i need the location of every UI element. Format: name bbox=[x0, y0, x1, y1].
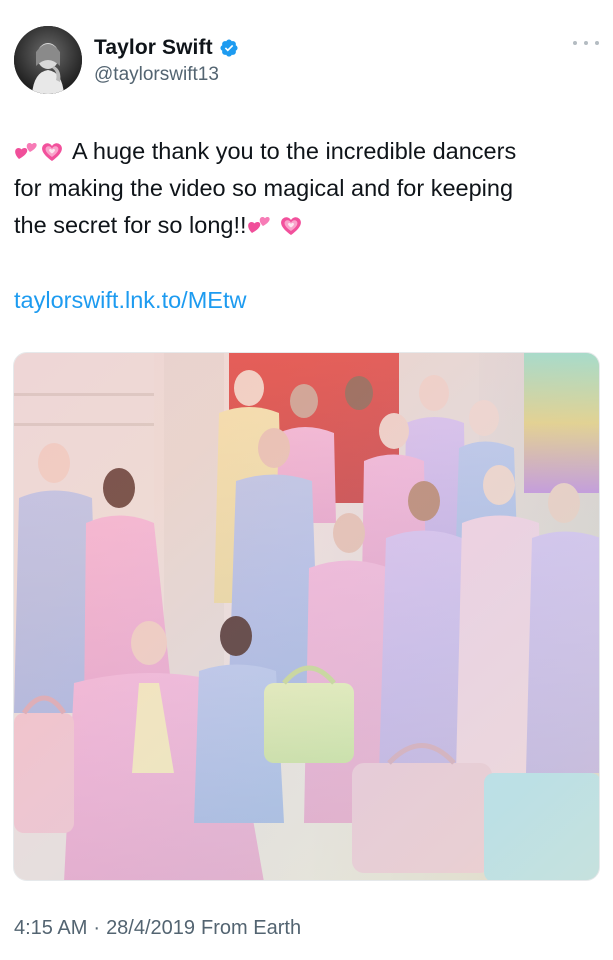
author-handle[interactable]: @taylorswift13 bbox=[94, 64, 239, 86]
tweet-media-photo[interactable] bbox=[13, 352, 600, 881]
verified-badge-icon bbox=[219, 38, 239, 58]
tweet-text: A huge thank you to the incredible dance… bbox=[14, 133, 599, 244]
tweet-line-1: A huge thank you to the incredible dance… bbox=[14, 133, 599, 170]
two-hearts-emoji-icon bbox=[14, 140, 38, 162]
group-photo-image bbox=[14, 353, 599, 880]
sparkling-heart-emoji-icon bbox=[40, 140, 64, 162]
display-name-row: Taylor Swift bbox=[94, 36, 239, 60]
tweet-header: Taylor Swift @taylorswift13 bbox=[14, 26, 599, 98]
avatar[interactable] bbox=[14, 26, 82, 94]
tweet-meta: 4:15 AM · 28/4/2019 From Earth bbox=[14, 917, 301, 940]
tweet-line-2: for making the video so magical and for … bbox=[14, 175, 514, 201]
tweet-line-1-text: A huge thank you to the incredible dance… bbox=[72, 138, 517, 164]
tweet-line-3-text: the secret for so long!! bbox=[14, 212, 247, 238]
tweet-line-3: the secret for so long!! bbox=[14, 207, 599, 244]
sparkling-heart-emoji-icon bbox=[279, 214, 303, 236]
tweet-source: From Earth bbox=[201, 917, 302, 939]
tweet-time[interactable]: 4:15 AM bbox=[14, 917, 87, 940]
two-hearts-emoji-icon bbox=[247, 214, 271, 236]
more-options-icon[interactable] bbox=[573, 38, 599, 48]
meta-separator: · bbox=[93, 917, 101, 939]
tweet-link[interactable]: taylorswift.lnk.to/MEtw bbox=[14, 287, 246, 314]
display-name[interactable]: Taylor Swift bbox=[94, 36, 213, 60]
author-names: Taylor Swift @taylorswift13 bbox=[94, 36, 239, 86]
tweet-date[interactable]: 28/4/2019 bbox=[106, 917, 195, 940]
